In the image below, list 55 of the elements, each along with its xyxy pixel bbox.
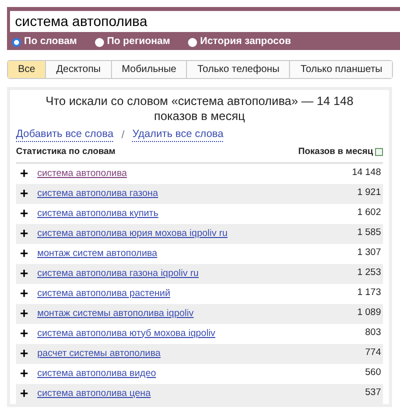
impressions-count: 1 307 (357, 246, 381, 260)
add-keyword-button[interactable]: + (20, 186, 28, 198)
device-tab[interactable]: Десктопы (46, 61, 112, 78)
keyword-link[interactable]: система автополива растений (37, 286, 170, 300)
add-keyword-button[interactable]: + (20, 286, 28, 298)
impressions-count: 1 585 (357, 226, 381, 240)
impressions-count: 1 602 (357, 206, 381, 220)
keyword-link[interactable]: система автополива газона (37, 186, 158, 200)
add-keyword-button[interactable]: + (20, 346, 28, 358)
search-field[interactable]: система автополива (10, 11, 400, 32)
column-header: Статистика по словам (16, 145, 116, 158)
add-keyword-button[interactable]: + (20, 306, 28, 318)
remove-all-link[interactable]: Удалить все слова (132, 128, 224, 142)
device-tab[interactable]: Только планшеты (290, 61, 392, 78)
device-tab[interactable]: Все (8, 61, 46, 78)
impressions-count: 1 253 (357, 266, 381, 280)
add-keyword-button[interactable]: + (20, 246, 28, 258)
add-keyword-button[interactable]: + (20, 366, 28, 378)
impressions-count: 560 (365, 366, 381, 380)
impressions-count: 1 089 (357, 306, 381, 320)
radio-icon (94, 38, 104, 46)
column-header: Показов в месяц (298, 145, 373, 158)
add-all-link[interactable]: Добавить все слова (16, 128, 114, 142)
add-keyword-button[interactable]: + (20, 206, 28, 218)
add-keyword-button[interactable]: + (20, 266, 28, 278)
add-keyword-button[interactable]: + (20, 326, 28, 338)
keyword-link[interactable]: монтаж систем автополива (37, 246, 158, 260)
keyword-link[interactable]: система автополива видео (37, 366, 156, 380)
results-title: Что искали со словом «система автополива» — 14 148 показов в месяц (44, 94, 354, 124)
search-mode-radio[interactable]: По словам (12, 36, 77, 48)
keyword-link[interactable]: система автополива (37, 166, 127, 180)
impressions-count: 14 148 (352, 166, 381, 180)
add-keyword-button[interactable]: + (20, 386, 28, 398)
keyword-link[interactable]: система автополива ютуб мохова iqpoliv (37, 326, 216, 340)
device-tab[interactable]: Только телефоны (187, 61, 290, 78)
keyword-link[interactable]: монтаж системы автополива iqpoliv (37, 306, 194, 320)
impressions-count: 1 921 (357, 186, 381, 200)
keyword-link[interactable]: система автополива цена (37, 386, 151, 400)
help-icon[interactable] (375, 148, 383, 156)
impressions-count: 1 173 (357, 286, 381, 300)
keyword-link[interactable]: система автополива юрия мохова iqpoliv ru (37, 226, 228, 240)
add-keyword-button[interactable]: + (20, 166, 28, 178)
device-tab[interactable]: Мобильные (112, 61, 188, 78)
impressions-count: 774 (365, 346, 381, 360)
add-keyword-button[interactable]: + (20, 226, 28, 238)
separator: / (121, 128, 124, 142)
keyword-link[interactable]: расчет системы автополива (37, 346, 161, 360)
impressions-count: 803 (365, 326, 381, 340)
radio-icon (12, 38, 21, 46)
keyword-link[interactable]: система автополива газона iqpoliv ru (37, 266, 199, 280)
radio-icon (188, 38, 198, 46)
search-mode-radio[interactable]: История запросов (188, 36, 291, 48)
impressions-count: 537 (365, 386, 381, 400)
search-mode-radio[interactable]: По регионам (94, 36, 170, 48)
keyword-link[interactable]: система автополива купить (37, 206, 158, 220)
